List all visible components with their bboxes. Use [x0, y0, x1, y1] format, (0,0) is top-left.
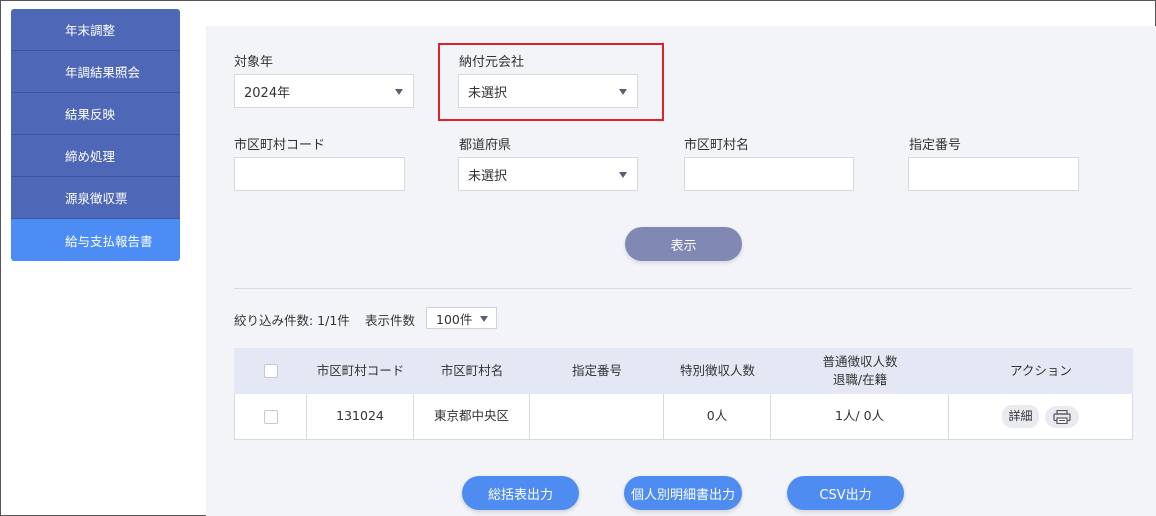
municipality-name-label: 市区町村名	[684, 138, 750, 153]
row-select-cell	[235, 394, 307, 439]
csv-output-button[interactable]: CSV出力	[787, 476, 904, 510]
target-year-value: 2024年	[244, 85, 291, 101]
chevron-down-icon	[619, 172, 627, 178]
row-checkbox[interactable]	[263, 409, 278, 424]
row-actions: 詳細	[949, 394, 1132, 439]
per-page-value: 100件	[436, 311, 473, 327]
sidebar-item-label: 年調結果照会	[65, 65, 141, 80]
sidebar-item-label: 給与支払報告書	[65, 233, 153, 249]
table-row: 131024 東京都中央区 0人 1人/ 0人 詳細	[234, 394, 1133, 440]
header-select-cell	[234, 348, 307, 394]
per-page-select[interactable]: 100件	[426, 307, 497, 329]
sidebar: 年末調整 年調結果照会 結果反映 締め処理 源泉徴収票 給与支払報告書	[11, 9, 180, 261]
per-page-label: 表示件数	[365, 313, 416, 328]
printer-icon	[1052, 409, 1071, 424]
summary-output-button[interactable]: 総括表出力	[462, 476, 579, 510]
results-table: 市区町村コード 市区町村名 指定番号 特別徴収人数 普通徴収人数 退職/在籍 ア…	[234, 348, 1133, 440]
row-ordinary: 1人/ 0人	[771, 394, 949, 439]
filter-count: 絞り込み件数: 1/1件	[234, 313, 350, 328]
header-ordinary: 普通徴収人数 退職/在籍	[771, 348, 949, 394]
designated-number-input[interactable]	[908, 157, 1079, 191]
municipality-code-label: 市区町村コード	[234, 138, 326, 153]
detail-button[interactable]: 詳細	[1002, 404, 1039, 429]
main-panel: 対象年 2024年 納付元会社 未選択 市区町村コード 都道府県 未選択 市区町…	[206, 26, 1156, 516]
header-action: アクション	[1010, 362, 1072, 378]
header-special: 特別徴収人数	[679, 362, 755, 378]
municipality-name-input[interactable]	[684, 157, 854, 191]
show-button[interactable]: 表示	[625, 227, 742, 261]
sidebar-item-label: 源泉徴収票	[65, 191, 128, 206]
municipality-code-input[interactable]	[234, 157, 405, 191]
designated-number-label: 指定番号	[909, 138, 962, 153]
target-year-select[interactable]: 2024年	[234, 74, 414, 108]
row-name: 東京都中央区	[414, 394, 530, 439]
header-code: 市区町村コード	[316, 362, 405, 378]
divider	[234, 288, 1132, 289]
sidebar-item-year-end-adjustment[interactable]: 年末調整	[11, 9, 180, 51]
header-ordinary-line2: 退職/在籍	[832, 372, 888, 387]
sidebar-item-result-reflection[interactable]: 結果反映	[11, 93, 180, 135]
chevron-down-icon	[395, 89, 403, 95]
individual-output-button[interactable]: 個人別明細書出力	[624, 476, 742, 510]
header-name: 市区町村名	[440, 362, 504, 378]
sidebar-item-label: 結果反映	[65, 107, 116, 122]
sidebar-item-withholding-slip[interactable]: 源泉徴収票	[11, 177, 180, 219]
prefecture-label: 都道府県	[459, 138, 512, 153]
sidebar-item-adjustment-results[interactable]: 年調結果照会	[11, 51, 180, 93]
target-year-label: 対象年	[234, 55, 274, 70]
row-special: 0人	[664, 394, 771, 439]
header-designated: 指定番号	[571, 362, 622, 378]
print-button[interactable]	[1044, 405, 1079, 428]
header-ordinary-line1: 普通徴収人数	[822, 353, 898, 369]
sidebar-item-salary-payment-report[interactable]: 給与支払報告書	[11, 219, 180, 261]
highlight-box	[438, 43, 664, 121]
sidebar-item-label: 締め処理	[65, 149, 116, 164]
window-frame: 年末調整 年調結果照会 結果反映 締め処理 源泉徴収票 給与支払報告書 対象年 …	[0, 0, 1156, 516]
prefecture-select[interactable]: 未選択	[458, 157, 638, 191]
select-all-checkbox[interactable]	[263, 364, 278, 378]
row-code: 131024	[307, 394, 414, 439]
sidebar-item-label: 年末調整	[65, 23, 116, 38]
prefecture-value: 未選択	[468, 168, 508, 184]
row-designated	[530, 394, 664, 439]
sidebar-item-closing[interactable]: 締め処理	[11, 135, 180, 177]
table-header: 市区町村コード 市区町村名 指定番号 特別徴収人数 普通徴収人数 退職/在籍 ア…	[234, 348, 1133, 394]
chevron-down-icon	[480, 316, 488, 322]
